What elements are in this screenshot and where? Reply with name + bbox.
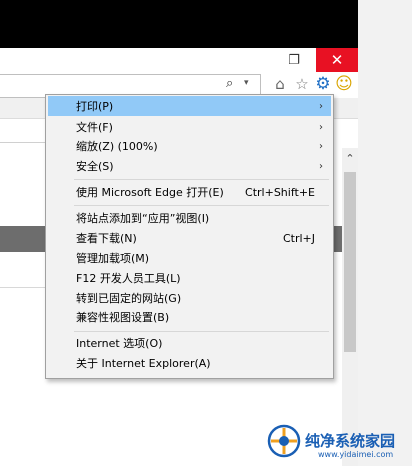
menu-item-about-ie[interactable]: 关于 Internet Explorer(A) xyxy=(48,353,331,373)
menu-item-compat-view[interactable]: 兼容性视图设置(B) xyxy=(48,307,331,327)
watermark-url: www.yidaimei.com xyxy=(318,450,394,459)
home-icon[interactable]: ⌂ xyxy=(270,74,290,94)
restore-button[interactable]: ❐ xyxy=(284,50,304,70)
content-divider xyxy=(0,142,45,143)
tools-menu: 打印(P) › 文件(F) › 缩放(Z) (100%) › 安全(S) › 使… xyxy=(45,94,334,379)
menu-item-shortcut: Ctrl+Shift+E xyxy=(245,185,315,199)
chevron-down-icon[interactable]: ▾ xyxy=(244,78,254,92)
menu-item-print[interactable]: 打印(P) › xyxy=(48,96,331,116)
watermark-logo-icon xyxy=(267,424,301,458)
menu-item-label: 将站点添加到“应用”视图(I) xyxy=(76,212,210,225)
menu-item-label: F12 开发人员工具(L) xyxy=(76,272,181,285)
menu-item-internet-options[interactable]: Internet 选项(O) xyxy=(48,333,331,353)
close-button[interactable]: ✕ xyxy=(316,48,358,72)
smiley-icon[interactable]: ☺ xyxy=(334,74,354,94)
menu-item-label: 使用 Microsoft Edge 打开(E) xyxy=(76,186,224,199)
menu-item-label: 转到已固定的网站(G) xyxy=(76,292,182,305)
chevron-right-icon: › xyxy=(319,160,323,172)
menu-item-add-to-apps[interactable]: 将站点添加到“应用”视图(I) xyxy=(48,208,331,228)
desktop-background xyxy=(358,0,412,466)
menu-item-view-downloads[interactable]: 查看下载(N) Ctrl+J xyxy=(48,228,331,248)
chevron-right-icon: › xyxy=(319,100,323,112)
menu-item-label: 查看下载(N) xyxy=(76,232,137,245)
menu-separator xyxy=(74,179,329,180)
scrollbar-thumb[interactable] xyxy=(344,172,356,352)
menu-item-file[interactable]: 文件(F) › xyxy=(48,117,331,137)
menu-item-safety[interactable]: 安全(S) › xyxy=(48,156,331,176)
menu-item-label: 文件(F) xyxy=(76,121,113,134)
menu-item-label: 管理加载项(M) xyxy=(76,252,150,265)
star-icon[interactable]: ☆ xyxy=(292,74,312,94)
scroll-up-icon[interactable]: ⌃ xyxy=(342,150,358,166)
menu-item-dev-tools[interactable]: F12 开发人员工具(L) xyxy=(48,268,331,288)
gear-icon[interactable]: ⚙ xyxy=(313,74,333,94)
content-divider xyxy=(0,287,45,288)
chevron-right-icon: › xyxy=(319,140,323,152)
menu-item-manage-addons[interactable]: 管理加载项(M) xyxy=(48,248,331,268)
menu-separator xyxy=(74,331,329,332)
menu-item-label: Internet 选项(O) xyxy=(76,337,163,350)
chevron-right-icon: › xyxy=(319,121,323,133)
menu-item-pinned-sites[interactable]: 转到已固定的网站(G) xyxy=(48,288,331,308)
menu-item-zoom[interactable]: 缩放(Z) (100%) › xyxy=(48,136,331,156)
menu-item-label: 关于 Internet Explorer(A) xyxy=(76,357,211,370)
title-bar xyxy=(0,0,358,48)
menu-separator xyxy=(74,205,329,206)
menu-item-shortcut: Ctrl+J xyxy=(282,231,315,245)
menu-item-label: 缩放(Z) (100%) xyxy=(76,140,158,153)
menu-item-open-with-edge[interactable]: 使用 Microsoft Edge 打开(E) Ctrl+Shift+E xyxy=(48,182,331,202)
menu-item-label: 安全(S) xyxy=(76,160,114,173)
search-icon[interactable]: ⌕ xyxy=(226,76,246,94)
menu-item-label: 兼容性视图设置(B) xyxy=(76,311,170,324)
watermark-title: 纯净系统家园 xyxy=(305,432,396,450)
menu-item-label: 打印(P) xyxy=(76,100,114,113)
